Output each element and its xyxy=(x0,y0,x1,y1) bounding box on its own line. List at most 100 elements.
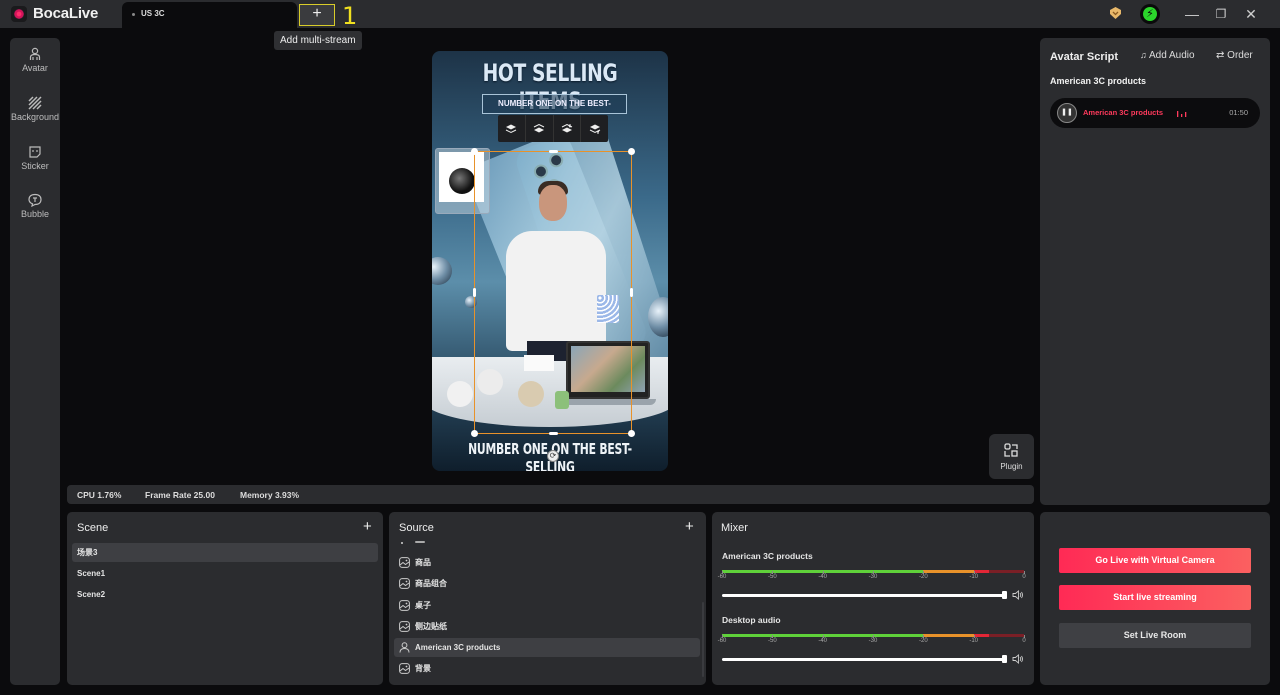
set-live-room-button[interactable]: Set Live Room xyxy=(1059,623,1251,648)
resize-handle[interactable] xyxy=(473,288,476,297)
add-source-button[interactable]: + xyxy=(685,518,694,535)
meter-tick-label: -10 xyxy=(969,638,978,644)
send-to-back-button[interactable] xyxy=(554,115,582,142)
sidebar-item-avatar[interactable]: Avatar xyxy=(10,47,60,73)
sidebar-item-label: Avatar xyxy=(22,63,48,73)
source-item[interactable]: 商品 xyxy=(394,553,700,572)
selection-box[interactable] xyxy=(471,148,635,437)
resize-handle[interactable] xyxy=(471,430,478,437)
source-item[interactable]: 背景 xyxy=(394,659,700,678)
meter-tick-label: -50 xyxy=(767,638,777,644)
source-scrollbar[interactable] xyxy=(702,602,704,677)
stats-bar: CPU 1.76% Frame Rate 25.00 Memory 3.93% xyxy=(67,485,1034,504)
source-item[interactable]: 桌子 xyxy=(394,596,700,615)
volume-slider[interactable] xyxy=(722,594,1007,597)
meter-tick-label: -30 xyxy=(868,638,878,644)
layer-up-icon xyxy=(506,124,517,133)
avatar-script-title: Avatar Script xyxy=(1050,51,1119,63)
meter-tick-label: -20 xyxy=(918,638,928,644)
tab-label: US 3C xyxy=(141,9,165,18)
source-item[interactable]: 商品组合 xyxy=(394,574,700,593)
image-icon xyxy=(399,663,410,674)
source-item[interactable]: 侧边贴纸 xyxy=(394,617,700,636)
audio-item[interactable]: ❚❚ American 3C products 01:50 xyxy=(1050,98,1260,128)
scene-panel: Scene + 场景3 Scene1 Scene2 xyxy=(67,512,383,685)
robot-product xyxy=(447,381,473,407)
tab-status-dot-icon xyxy=(132,13,135,16)
scene-item[interactable]: 场景3 xyxy=(72,543,378,562)
sidebar: Avatar Background Sticker Bubble xyxy=(10,38,60,685)
app-logo-icon xyxy=(11,6,27,22)
order-button[interactable]: ⇄ Order xyxy=(1216,50,1253,61)
layer-down-icon xyxy=(533,123,545,132)
plugin-label: Plugin xyxy=(1000,462,1023,471)
bring-to-front-button[interactable] xyxy=(581,115,608,142)
send-backward-button[interactable] xyxy=(526,115,554,142)
pause-icon[interactable]: ❚❚ xyxy=(1057,103,1077,123)
restore-button[interactable]: ❐ xyxy=(1210,4,1232,24)
add-multi-stream-button[interactable]: + xyxy=(299,4,335,26)
live-panel: Go Live with Virtual Camera Start live s… xyxy=(1040,512,1270,685)
meter-scale: -60 -50 -40 -30 -20 -10 0 xyxy=(718,635,1026,647)
volume-slider[interactable] xyxy=(722,658,1007,661)
volume-slider-knob[interactable] xyxy=(1002,655,1007,663)
rotate-handle-icon[interactable]: ⟳ xyxy=(547,450,559,462)
minimize-button[interactable]: — xyxy=(1181,4,1203,24)
image-icon xyxy=(399,621,410,632)
resize-handle[interactable] xyxy=(630,288,633,297)
source-item-label: 背景 xyxy=(415,664,431,673)
source-item-label: American 3C products xyxy=(415,643,501,652)
speaker-icon[interactable] xyxy=(1012,654,1024,664)
go-live-virtual-camera-button[interactable]: Go Live with Virtual Camera xyxy=(1059,548,1251,573)
add-scene-button[interactable]: + xyxy=(363,518,372,535)
avatar-script-panel: Avatar Script ♫ Add Audio ⇄ Order Americ… xyxy=(1040,38,1270,505)
meter-tick-label: -50 xyxy=(767,574,777,580)
source-title: Source xyxy=(399,522,434,534)
sidebar-item-label: Sticker xyxy=(21,161,49,171)
script-name: American 3C products xyxy=(1050,76,1147,86)
speaker-icon[interactable] xyxy=(1012,590,1024,600)
close-button[interactable]: ✕ xyxy=(1240,4,1262,24)
vip-crown-icon[interactable] xyxy=(1108,6,1123,20)
avatar-icon xyxy=(29,47,41,60)
meter-tick-label: -40 xyxy=(818,638,827,644)
preview-canvas[interactable]: HOT SELLING ITEMS NUMBER ONE ON THE BEST… xyxy=(432,51,668,471)
sticker-icon xyxy=(29,146,41,158)
meter-tick-label: -40 xyxy=(818,574,827,580)
source-item-label: 商品 xyxy=(415,558,431,567)
resize-handle[interactable] xyxy=(471,148,478,155)
resize-handle[interactable] xyxy=(549,432,558,435)
image-icon xyxy=(399,578,410,589)
sidebar-item-background[interactable]: Background xyxy=(10,96,60,122)
source-item[interactable]: American 3C products xyxy=(394,638,700,657)
scene-item[interactable]: Scene2 xyxy=(72,585,378,604)
volume-slider-knob[interactable] xyxy=(1002,591,1007,599)
image-icon xyxy=(399,600,410,611)
sidebar-item-sticker[interactable]: Sticker xyxy=(10,145,60,171)
meter-tick-label: 0 xyxy=(1022,574,1026,580)
add-audio-button[interactable]: ♫ Add Audio xyxy=(1140,50,1195,61)
tab-us-3c[interactable]: US 3C xyxy=(122,2,297,28)
plugin-button[interactable]: Plugin xyxy=(989,434,1034,479)
scene-item[interactable]: Scene1 xyxy=(72,564,378,583)
app-name: BocaLive xyxy=(33,5,99,22)
layer-toolbar xyxy=(498,115,608,142)
start-live-streaming-button[interactable]: Start live streaming xyxy=(1059,585,1251,610)
annotation-marker: 1 xyxy=(342,2,358,30)
meter-tick-label: -60 xyxy=(717,574,727,580)
sidebar-item-label: Background xyxy=(10,112,60,122)
bring-forward-button[interactable] xyxy=(498,115,526,142)
layer-bottom-icon xyxy=(561,123,573,132)
frame-rate-stat: Frame Rate 25.00 xyxy=(145,490,215,500)
resize-handle[interactable] xyxy=(628,430,635,437)
source-item-label: 商品组合 xyxy=(415,579,447,588)
resize-handle[interactable] xyxy=(628,148,635,155)
decor-sphere xyxy=(432,257,452,285)
resize-handle[interactable] xyxy=(549,150,558,153)
layer-top-icon xyxy=(589,124,600,134)
scrolled-item-fragment xyxy=(401,541,431,544)
connection-status-icon[interactable]: ⚡ xyxy=(1140,4,1160,24)
mixer-channel-label: Desktop audio xyxy=(722,615,781,625)
audio-duration: 01:50 xyxy=(1229,108,1248,117)
sidebar-item-bubble[interactable]: Bubble xyxy=(10,193,60,219)
